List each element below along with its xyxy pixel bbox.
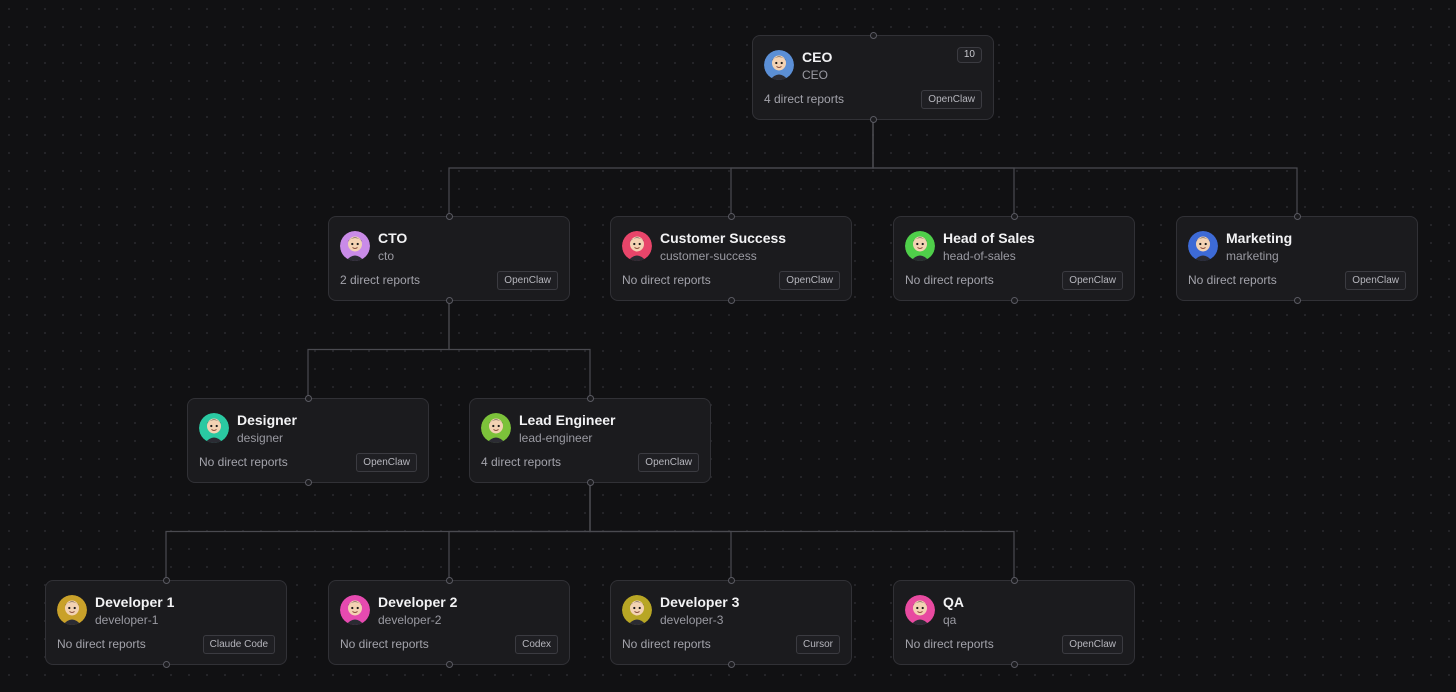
node-slug: designer xyxy=(237,431,284,445)
org-node-ceo[interactable]: CEO CEO 4 direct reports OpenClaw 10 xyxy=(752,32,994,123)
count-badge: 10 xyxy=(956,47,982,63)
connector-ceo-customer-success xyxy=(730,120,874,216)
tool-badge: Claude Code xyxy=(202,635,275,654)
direct-reports-count: No direct reports xyxy=(622,637,711,651)
node-title: Designer xyxy=(237,412,297,428)
avatar xyxy=(622,595,652,625)
node-slug: marketing xyxy=(1226,249,1279,263)
avatar xyxy=(481,413,511,443)
direct-reports-count: No direct reports xyxy=(199,455,288,469)
connection-port-top[interactable] xyxy=(446,213,453,220)
connector-lead-engineer-qa xyxy=(589,483,1015,580)
org-node-developer-1[interactable]: Developer 1 developer-1 No direct reports C… xyxy=(45,577,287,668)
tool-badge: Cursor xyxy=(795,635,840,654)
node-slug: lead-engineer xyxy=(519,431,593,445)
connection-port-top[interactable] xyxy=(305,395,312,402)
node-title: Marketing xyxy=(1226,230,1293,246)
org-node-marketing[interactable]: Marketing marketing No direct reports OpenC… xyxy=(1176,213,1418,304)
node-title: Developer 3 xyxy=(660,594,740,610)
connection-port-top[interactable] xyxy=(1294,213,1301,220)
node-title: CTO xyxy=(378,230,408,246)
org-node-customer-success[interactable]: Customer Success customer-success No direc… xyxy=(610,213,852,304)
avatar xyxy=(1188,231,1218,261)
connection-port-top[interactable] xyxy=(728,577,735,584)
direct-reports-count: No direct reports xyxy=(1188,273,1277,287)
direct-reports-count: No direct reports xyxy=(905,273,994,287)
avatar xyxy=(340,595,370,625)
node-title: QA xyxy=(943,594,964,610)
tool-badge: Codex xyxy=(515,635,558,654)
tool-badge: OpenClaw xyxy=(638,453,699,472)
node-slug: head-of-sales xyxy=(943,249,1016,263)
tool-badge: OpenClaw xyxy=(779,271,840,290)
connector-cto-designer xyxy=(307,301,450,398)
avatar xyxy=(622,231,652,261)
connection-port-bottom[interactable] xyxy=(1011,661,1018,668)
direct-reports-count: 4 direct reports xyxy=(764,92,845,106)
node-slug: developer-3 xyxy=(660,613,724,627)
direct-reports-count: No direct reports xyxy=(622,273,711,287)
connection-port-top[interactable] xyxy=(587,395,594,402)
connection-port-bottom[interactable] xyxy=(870,116,877,123)
avatar xyxy=(199,413,229,443)
connector-lead-engineer-developer-2 xyxy=(448,483,591,580)
connection-port-bottom[interactable] xyxy=(1294,297,1301,304)
connection-port-bottom[interactable] xyxy=(728,661,735,668)
org-node-developer-3[interactable]: Developer 3 developer-3 No direct reports C… xyxy=(610,577,852,668)
node-title: CEO xyxy=(802,49,833,65)
avatar xyxy=(905,595,935,625)
connection-port-top[interactable] xyxy=(1011,213,1018,220)
connector-ceo-marketing xyxy=(872,120,1298,216)
connection-port-bottom[interactable] xyxy=(163,661,170,668)
connection-port-bottom[interactable] xyxy=(305,479,312,486)
connection-port-top[interactable] xyxy=(870,32,877,39)
org-node-designer[interactable]: Designer designer No direct reports OpenCla… xyxy=(187,395,429,486)
org-node-qa[interactable]: QA qa No direct reports OpenClaw xyxy=(893,577,1135,668)
connection-port-bottom[interactable] xyxy=(587,479,594,486)
tool-badge: OpenClaw xyxy=(921,90,982,109)
node-title: Head of Sales xyxy=(943,230,1035,246)
avatar xyxy=(905,231,935,261)
connection-port-top[interactable] xyxy=(163,577,170,584)
tool-badge: OpenClaw xyxy=(1062,635,1123,654)
connector-cto-lead-engineer xyxy=(448,301,591,398)
avatar xyxy=(57,595,87,625)
avatar xyxy=(340,231,370,261)
org-chart-canvas[interactable]: CEO CEO 4 direct reports OpenClaw 10 CTO cto 2 … xyxy=(0,0,1456,692)
direct-reports-count: No direct reports xyxy=(340,637,429,651)
tool-badge: OpenClaw xyxy=(1345,271,1406,290)
connection-port-bottom[interactable] xyxy=(446,661,453,668)
org-node-cto[interactable]: CTO cto 2 direct reports OpenClaw xyxy=(328,213,570,304)
tool-badge: OpenClaw xyxy=(497,271,558,290)
node-title: Developer 2 xyxy=(378,594,458,610)
connection-port-top[interactable] xyxy=(446,577,453,584)
direct-reports-count: No direct reports xyxy=(905,637,994,651)
tool-badge: OpenClaw xyxy=(1062,271,1123,290)
node-title: Developer 1 xyxy=(95,594,175,610)
avatar xyxy=(764,50,794,80)
direct-reports-count: No direct reports xyxy=(57,637,146,651)
node-title: Lead Engineer xyxy=(519,412,616,428)
node-slug: CEO xyxy=(802,68,829,82)
node-slug: developer-1 xyxy=(95,613,159,627)
node-title: Customer Success xyxy=(660,230,787,246)
org-node-lead-engineer[interactable]: Lead Engineer lead-engineer 4 direct repor… xyxy=(469,395,711,486)
node-slug: customer-success xyxy=(660,249,757,263)
node-slug: developer-2 xyxy=(378,613,442,627)
org-node-developer-2[interactable]: Developer 2 developer-2 No direct reports C… xyxy=(328,577,570,668)
node-slug: qa xyxy=(943,613,957,627)
connection-port-bottom[interactable] xyxy=(1011,297,1018,304)
connection-port-top[interactable] xyxy=(1011,577,1018,584)
direct-reports-count: 4 direct reports xyxy=(481,455,562,469)
tool-badge: OpenClaw xyxy=(356,453,417,472)
direct-reports-count: 2 direct reports xyxy=(340,273,421,287)
connection-port-top[interactable] xyxy=(728,213,735,220)
org-node-head-of-sales[interactable]: Head of Sales head-of-sales No direct repo… xyxy=(893,213,1135,304)
node-slug: cto xyxy=(378,249,395,263)
connection-port-bottom[interactable] xyxy=(446,297,453,304)
connection-port-bottom[interactable] xyxy=(728,297,735,304)
